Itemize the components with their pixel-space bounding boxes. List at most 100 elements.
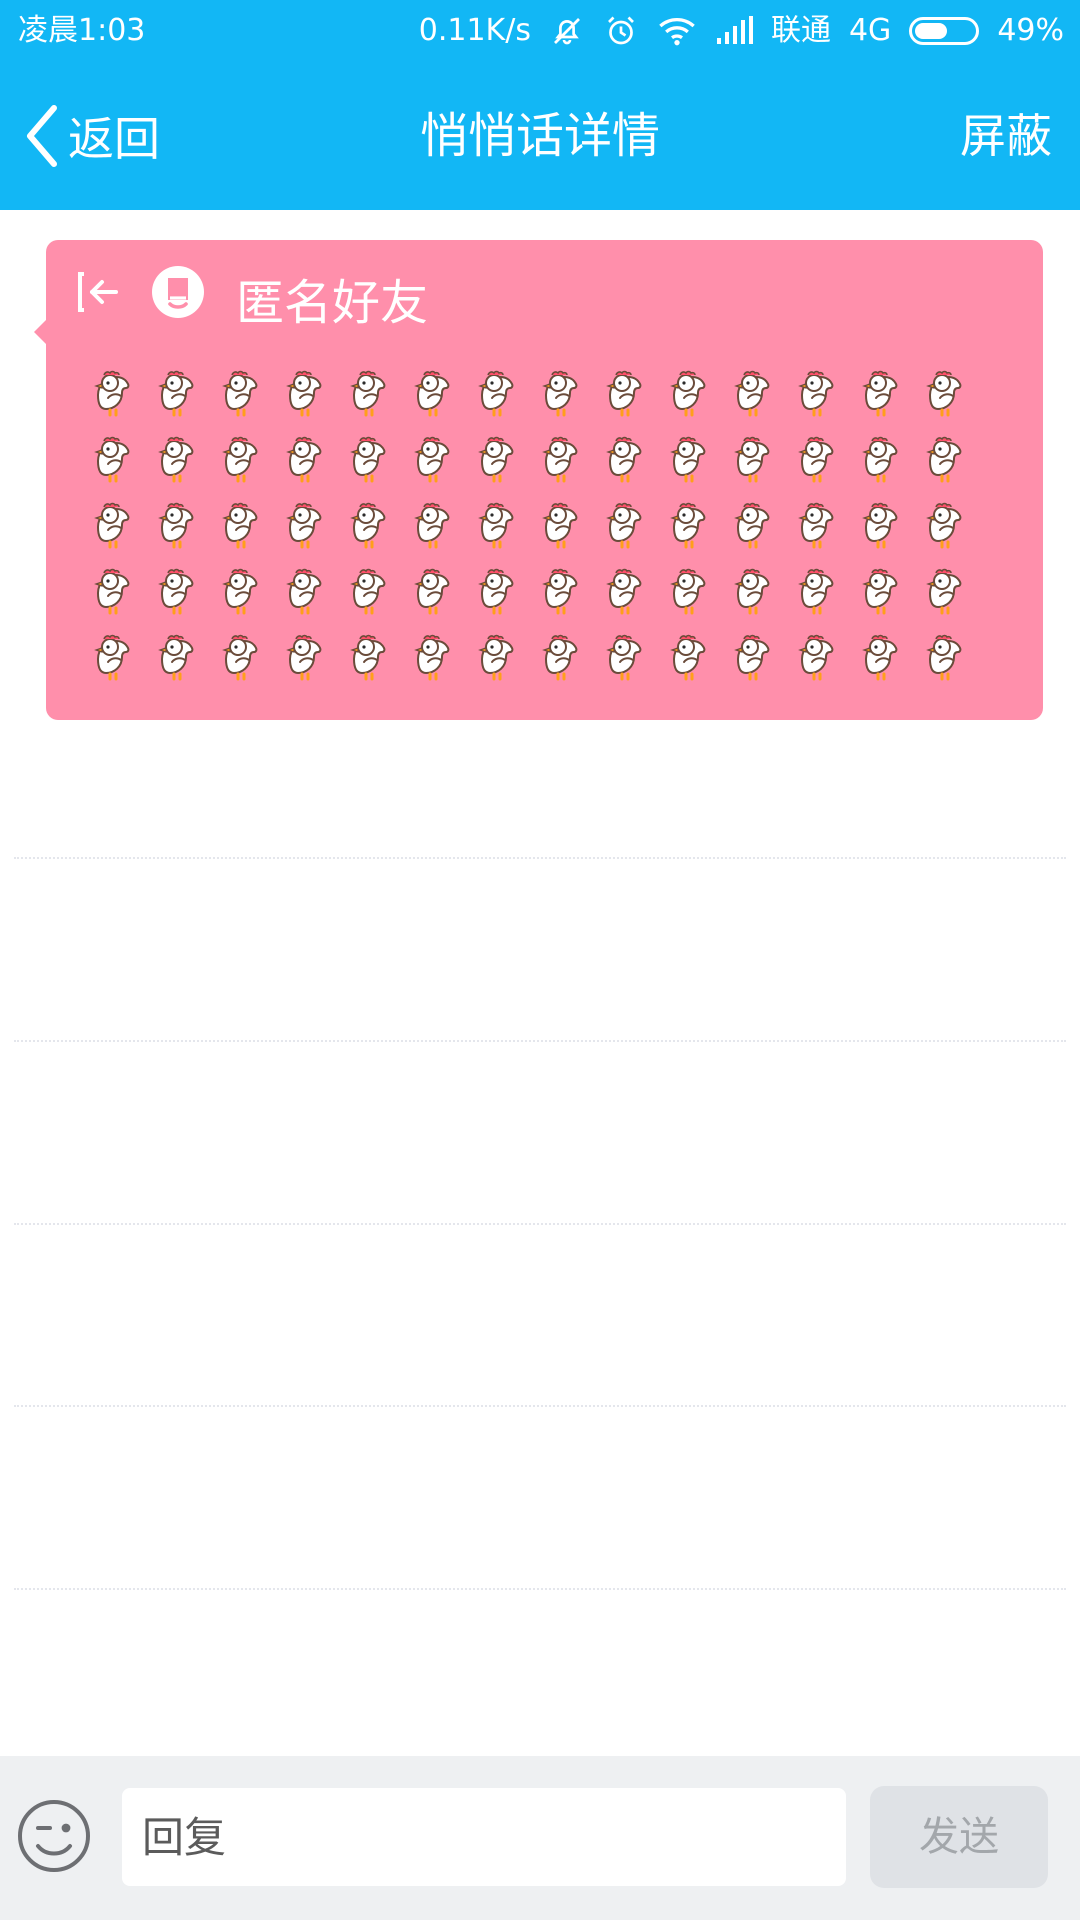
chicken-emoji [528, 424, 592, 490]
chicken-emoji [784, 490, 848, 556]
reply-input[interactable] [122, 1788, 846, 1886]
chicken-emoji [784, 424, 848, 490]
top-header: 凌晨1:03 0.11K/s 联通 4G 49% 返回 悄悄话详情 屏蔽 [0, 0, 1080, 210]
chicken-emoji [528, 622, 592, 688]
chicken-emoji [720, 490, 784, 556]
divider-line [14, 1405, 1066, 1407]
chicken-emoji [912, 424, 976, 490]
chicken-emoji [464, 622, 528, 688]
chicken-emoji [336, 490, 400, 556]
status-bar: 凌晨1:03 0.11K/s 联通 4G 49% [0, 0, 1080, 62]
chicken-emoji [400, 622, 464, 688]
chicken-emoji [592, 490, 656, 556]
chicken-emoji [592, 622, 656, 688]
chicken-emoji [208, 622, 272, 688]
chicken-emoji [720, 556, 784, 622]
chicken-emoji [464, 424, 528, 490]
battery-icon [909, 0, 980, 62]
chicken-emoji [144, 490, 208, 556]
chicken-emoji [720, 358, 784, 424]
chicken-emoji [208, 556, 272, 622]
signal-icon [715, 0, 753, 62]
mute-bell-icon [549, 0, 585, 62]
chicken-emoji [80, 556, 144, 622]
battery-percent: 49% [997, 13, 1064, 48]
message-sender: 匿名好友 [72, 266, 428, 331]
chicken-emoji [848, 424, 912, 490]
chicken-emoji [80, 358, 144, 424]
chicken-emoji [528, 358, 592, 424]
chicken-emoji [592, 424, 656, 490]
chicken-emoji [208, 358, 272, 424]
chicken-emoji [912, 622, 976, 688]
chicken-emoji [656, 424, 720, 490]
battery-level [915, 23, 947, 39]
chicken-emoji [464, 556, 528, 622]
chicken-emoji [336, 424, 400, 490]
chicken-emoji [144, 622, 208, 688]
network-type: 4G [848, 13, 892, 48]
message-bubble: 匿名好友 [34, 240, 1043, 720]
chicken-emoji [592, 358, 656, 424]
chicken-emoji [272, 622, 336, 688]
chicken-emoji [400, 490, 464, 556]
chicken-emoji [272, 424, 336, 490]
avatar [150, 264, 206, 332]
divider-line [14, 1588, 1066, 1590]
chicken-emoji [720, 424, 784, 490]
chicken-emoji [208, 424, 272, 490]
chicken-emoji [144, 424, 208, 490]
chicken-emoji [528, 490, 592, 556]
reply-bar: 发送 [0, 1756, 1080, 1920]
chicken-emoji [784, 556, 848, 622]
sender-name: 匿名好友 [236, 275, 429, 331]
chicken-emoji [272, 358, 336, 424]
chicken-emoji [784, 358, 848, 424]
emoji-button[interactable] [16, 1798, 92, 1874]
emoji-grid [80, 358, 976, 688]
divider-line [14, 1040, 1066, 1042]
enter-icon [72, 266, 124, 330]
page-title: 悄悄话详情 [419, 108, 660, 164]
chicken-emoji [80, 622, 144, 688]
chicken-emoji [720, 622, 784, 688]
chicken-emoji [336, 622, 400, 688]
network-speed: 0.11K/s [418, 13, 531, 48]
send-button[interactable]: 发送 [870, 1786, 1048, 1888]
wifi-icon [657, 0, 697, 62]
alarm-icon [603, 0, 639, 62]
chicken-emoji [80, 490, 144, 556]
block-button[interactable]: 屏蔽 [960, 104, 1052, 168]
chicken-emoji [656, 490, 720, 556]
nav-bar: 返回 悄悄话详情 屏蔽 [0, 62, 1080, 210]
status-time: 凌晨1:03 [18, 13, 146, 48]
chicken-emoji [848, 358, 912, 424]
chicken-emoji [656, 556, 720, 622]
chicken-emoji [656, 622, 720, 688]
chicken-emoji [400, 424, 464, 490]
chicken-emoji [336, 358, 400, 424]
chicken-emoji [784, 622, 848, 688]
chicken-emoji [848, 622, 912, 688]
chicken-emoji [848, 556, 912, 622]
chicken-emoji [912, 556, 976, 622]
chicken-emoji [144, 358, 208, 424]
chicken-emoji [656, 358, 720, 424]
chicken-emoji [272, 556, 336, 622]
chicken-emoji [400, 556, 464, 622]
chicken-emoji [912, 490, 976, 556]
chicken-emoji [272, 490, 336, 556]
chicken-emoji [400, 358, 464, 424]
status-right: 0.11K/s 联通 4G 49% [419, 0, 1064, 62]
chicken-emoji [464, 490, 528, 556]
chicken-emoji [144, 556, 208, 622]
chicken-emoji [208, 490, 272, 556]
chicken-emoji [848, 490, 912, 556]
chicken-emoji [592, 556, 656, 622]
chicken-emoji [336, 556, 400, 622]
chicken-emoji [464, 358, 528, 424]
chicken-emoji [912, 358, 976, 424]
chicken-emoji [80, 424, 144, 490]
divider-line [14, 857, 1066, 859]
carrier-label: 联通 [770, 13, 831, 48]
